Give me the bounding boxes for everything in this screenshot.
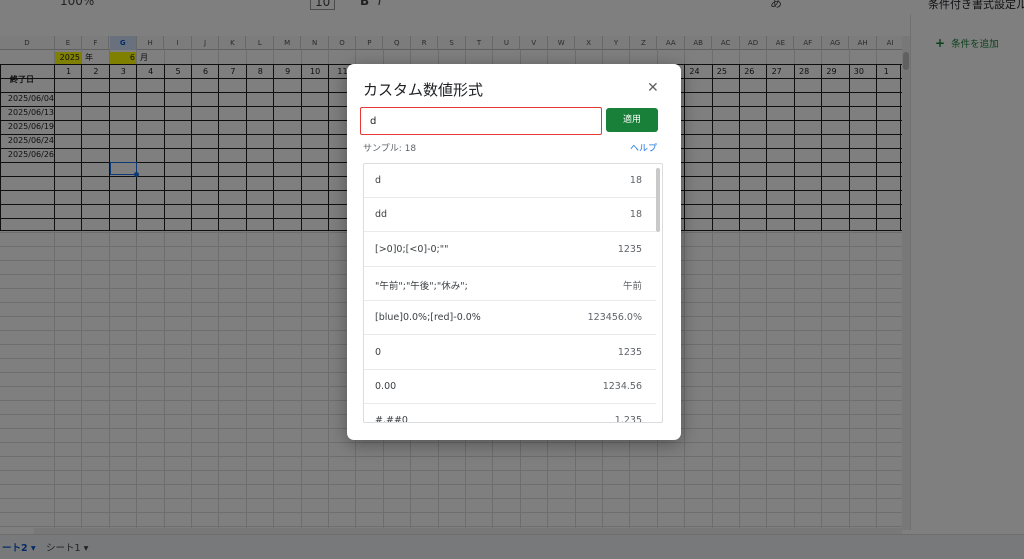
- format-option[interactable]: [>0]0;[<0]-0;"" 1235: [364, 233, 656, 267]
- format-input[interactable]: [360, 107, 602, 135]
- format-option[interactable]: 0.00 1234.56: [364, 370, 656, 404]
- format-example: 1235: [617, 243, 642, 255]
- custom-number-format-dialog: カスタム数値形式 ✕ 適用 サンプル: 18 ヘルプ d 18 dd 18 [>0]0;…: [347, 64, 681, 440]
- close-icon[interactable]: ✕: [647, 80, 659, 96]
- dialog-title: カスタム数値形式: [363, 81, 484, 99]
- format-option[interactable]: d 18: [364, 164, 656, 198]
- sample-text: サンプル: 18: [363, 144, 417, 154]
- format-pattern: "午前";"午後";"休み";: [375, 280, 468, 292]
- format-example: 1,235: [614, 415, 642, 423]
- format-pattern: #,##0: [375, 415, 408, 423]
- list-scroll-thumb[interactable]: [656, 168, 660, 232]
- format-example: 1234.56: [602, 380, 642, 392]
- format-option[interactable]: [blue]0.0%;[red]-0.0% 123456.0%: [364, 301, 656, 336]
- format-option[interactable]: 0 1235: [364, 336, 656, 370]
- format-example: 123456.0%: [587, 312, 642, 324]
- format-example: 1235: [617, 346, 642, 358]
- format-pattern: 0.00: [375, 380, 397, 392]
- format-option[interactable]: "午前";"午後";"休み"; 午前: [364, 267, 656, 301]
- format-option[interactable]: #,##0 1,235: [364, 404, 656, 423]
- format-pattern: [blue]0.0%;[red]-0.0%: [375, 312, 481, 324]
- format-example: 18: [629, 209, 642, 221]
- format-pattern: d: [375, 175, 382, 186]
- format-pattern: dd: [375, 209, 388, 221]
- format-pattern: 0: [375, 346, 382, 358]
- format-example: 午前: [622, 280, 642, 292]
- help-link[interactable]: ヘルプ: [630, 141, 657, 154]
- format-pattern: [>0]0;[<0]-0;"": [375, 243, 449, 255]
- apply-button[interactable]: 適用: [606, 108, 658, 132]
- format-option[interactable]: dd 18: [364, 198, 656, 233]
- format-example: 18: [629, 175, 642, 186]
- format-list[interactable]: d 18 dd 18 [>0]0;[<0]-0;"" 1235 "午前";"午後";"休み"…: [363, 163, 663, 423]
